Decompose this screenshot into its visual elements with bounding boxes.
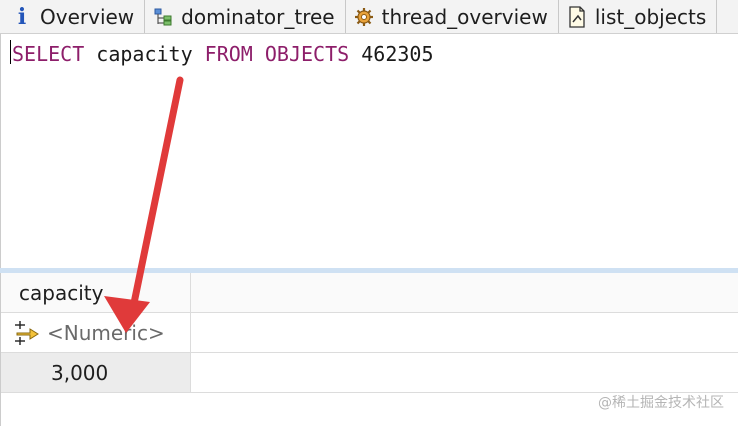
document-icon [567, 6, 587, 28]
filter-placeholder: <Numeric> [47, 320, 165, 345]
text-caret [10, 40, 11, 64]
editor-tab-bar: i Overview dominator_tree thread_overvie… [0, 0, 738, 34]
keyword-select: SELECT [12, 42, 85, 66]
gear-icon [354, 6, 374, 28]
tree-icon [153, 6, 173, 28]
object-id: 462305 [361, 42, 434, 66]
tab-list-objects-label: list_objects [594, 5, 707, 29]
tab-overview[interactable]: i Overview [0, 0, 146, 33]
capacity-value: 3,000 [51, 360, 109, 385]
filter-row: <Numeric> [1, 313, 738, 353]
filter-empty [191, 313, 738, 352]
column-header-row: capacity [1, 273, 738, 313]
watermark: @稀土掘金技术社区 [598, 395, 724, 411]
filter-icon [13, 319, 41, 347]
tab-list-objects[interactable]: list_objects [559, 0, 718, 33]
tab-dominator-tree-label: dominator_tree [181, 5, 335, 29]
filter-cell[interactable]: <Numeric> [1, 313, 191, 352]
info-icon: i [17, 4, 27, 30]
capacity-cell[interactable]: 3,000 [1, 353, 191, 392]
query-line: SELECT capacity FROM OBJECTS 462305 [12, 42, 433, 66]
table-row[interactable]: 3,000 [1, 353, 738, 393]
tab-thread-overview[interactable]: thread_overview [346, 0, 559, 33]
column-header-label: capacity [19, 280, 104, 305]
row-empty-cell [191, 353, 738, 392]
keyword-from: FROM [204, 42, 253, 66]
field-name: capacity [96, 42, 193, 66]
tab-thread-overview-label: thread_overview [381, 5, 548, 29]
column-header-empty [191, 273, 738, 312]
oql-editor[interactable]: SELECT capacity FROM OBJECTS 462305 [0, 34, 738, 268]
tab-overview-label: Overview [40, 5, 135, 29]
keyword-objects: OBJECTS [264, 42, 350, 66]
tab-dominator-tree[interactable]: dominator_tree [145, 0, 346, 33]
column-header-capacity[interactable]: capacity [1, 273, 191, 312]
